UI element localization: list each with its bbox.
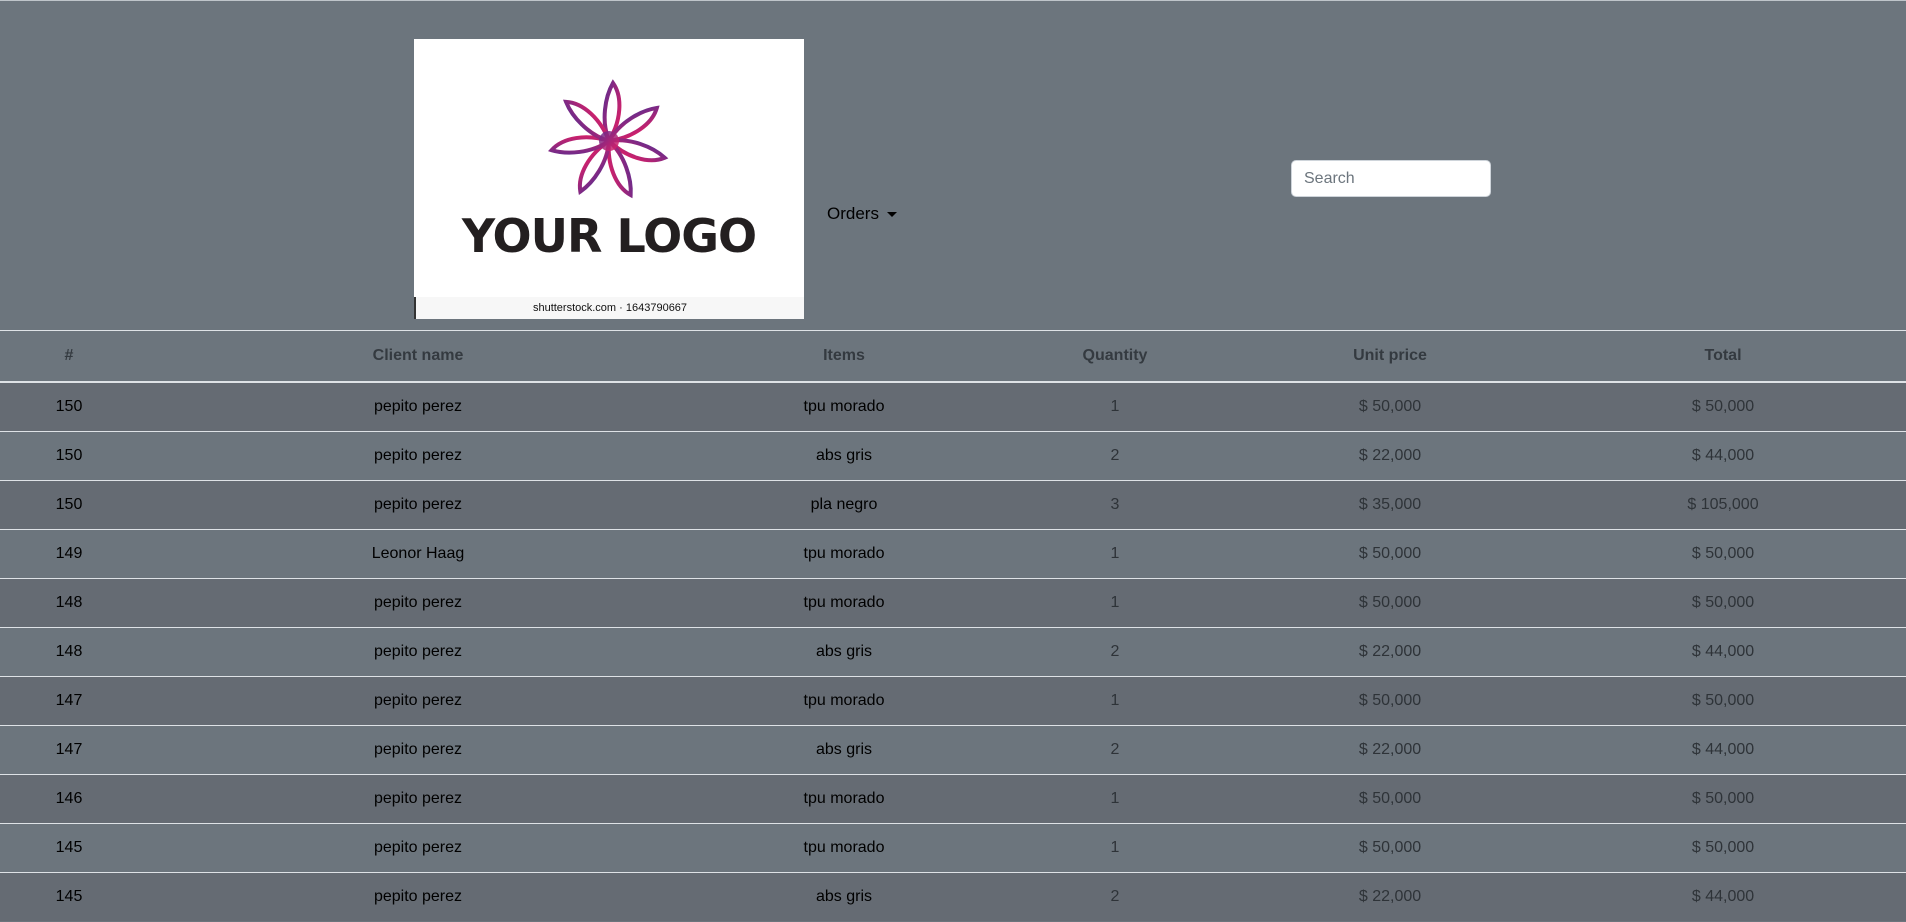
cell-unit-price: $ 50,000 (1240, 578, 1540, 628)
cell-total: $ 44,000 (1540, 872, 1906, 921)
cell-total: $ 50,000 (1540, 529, 1906, 579)
cell-quantity: 2 (990, 627, 1240, 677)
cell-total: $ 44,000 (1540, 725, 1906, 775)
cell-order-id: 150 (0, 431, 138, 481)
cell-client-name: pepito perez (138, 627, 698, 677)
table-row[interactable]: 147 pepito perez tpu morado 1 $ 50,000 $ 50,0… (0, 676, 1906, 726)
page: YOUR LOGO shutterstock.com · 1643790667 … (0, 0, 1906, 922)
cell-order-id: 148 (0, 627, 138, 677)
table-body: 150 pepito perez tpu morado 1 $ 50,000 $ 50,0… (0, 381, 1906, 921)
cell-quantity: 2 (990, 725, 1240, 775)
column-header-unit-price: Unit price (1240, 330, 1540, 383)
cell-order-id: 150 (0, 480, 138, 530)
cell-total: $ 44,000 (1540, 627, 1906, 677)
cell-quantity: 2 (990, 431, 1240, 481)
table-row[interactable]: 149 Leonor Haag tpu morado 1 $ 50,000 $ 50,00… (0, 529, 1906, 579)
cell-order-id: 147 (0, 676, 138, 726)
cell-unit-price: $ 50,000 (1240, 774, 1540, 824)
column-header-client-name: Client name (138, 330, 698, 383)
orders-table: # Client name Items Quantity Unit price … (0, 330, 1906, 921)
cell-client-name: pepito perez (138, 431, 698, 481)
cell-order-id: 145 (0, 823, 138, 873)
cell-unit-price: $ 22,000 (1240, 725, 1540, 775)
cell-total: $ 105,000 (1540, 480, 1906, 530)
orders-dropdown[interactable]: Orders (827, 204, 897, 224)
table-row[interactable]: 145 pepito perez abs gris 2 $ 22,000 $ 44,000 (0, 872, 1906, 921)
logo-credit: shutterstock.com · 1643790667 (414, 297, 804, 319)
cell-order-id: 145 (0, 872, 138, 921)
cell-item: tpu morado (698, 823, 990, 873)
cell-quantity: 1 (990, 774, 1240, 824)
cell-item: abs gris (698, 627, 990, 677)
navbar: YOUR LOGO shutterstock.com · 1643790667 … (0, 0, 1906, 330)
cell-quantity: 1 (990, 381, 1240, 432)
cell-total: $ 50,000 (1540, 676, 1906, 726)
cell-client-name: pepito perez (138, 823, 698, 873)
column-header-items: Items (698, 330, 990, 383)
cell-item: tpu morado (698, 774, 990, 824)
cell-client-name: pepito perez (138, 480, 698, 530)
cell-order-id: 148 (0, 578, 138, 628)
cell-total: $ 50,000 (1540, 578, 1906, 628)
cell-total: $ 50,000 (1540, 823, 1906, 873)
cell-item: abs gris (698, 872, 990, 921)
table-row[interactable]: 148 pepito perez tpu morado 1 $ 50,000 $ 50,0… (0, 578, 1906, 628)
table-header: # Client name Items Quantity Unit price … (0, 330, 1906, 383)
cell-unit-price: $ 22,000 (1240, 627, 1540, 677)
cell-unit-price: $ 22,000 (1240, 431, 1540, 481)
cell-item: tpu morado (698, 381, 990, 432)
cell-item: tpu morado (698, 578, 990, 628)
table-row[interactable]: 146 pepito perez tpu morado 1 $ 50,000 $ 50,0… (0, 774, 1906, 824)
cell-client-name: pepito perez (138, 578, 698, 628)
cell-quantity: 1 (990, 578, 1240, 628)
cell-client-name: pepito perez (138, 381, 698, 432)
cell-order-id: 147 (0, 725, 138, 775)
table-row[interactable]: 147 pepito perez abs gris 2 $ 22,000 $ 44,000 (0, 725, 1906, 775)
cell-unit-price: $ 50,000 (1240, 676, 1540, 726)
cell-order-id: 149 (0, 529, 138, 579)
column-header-quantity: Quantity (990, 330, 1240, 383)
cell-item: pla negro (698, 480, 990, 530)
cell-unit-price: $ 50,000 (1240, 823, 1540, 873)
cell-item: abs gris (698, 431, 990, 481)
cell-unit-price: $ 35,000 (1240, 480, 1540, 530)
cell-quantity: 1 (990, 823, 1240, 873)
cell-item: tpu morado (698, 676, 990, 726)
cell-order-id: 146 (0, 774, 138, 824)
cell-quantity: 3 (990, 480, 1240, 530)
cell-client-name: pepito perez (138, 676, 698, 726)
table-row[interactable]: 150 pepito perez abs gris 2 $ 22,000 $ 44,000 (0, 431, 1906, 481)
cell-client-name: pepito perez (138, 872, 698, 921)
table-row[interactable]: 145 pepito perez tpu morado 1 $ 50,000 $ 50,0… (0, 823, 1906, 873)
cell-total: $ 50,000 (1540, 774, 1906, 824)
orders-dropdown-label: Orders (827, 204, 879, 223)
cell-item: abs gris (698, 725, 990, 775)
chevron-down-icon (886, 211, 897, 217)
table-row[interactable]: 150 pepito perez tpu morado 1 $ 50,000 $ 50,0… (0, 381, 1906, 432)
logo[interactable]: YOUR LOGO shutterstock.com · 1643790667 (414, 39, 804, 319)
table-row[interactable]: 148 pepito perez abs gris 2 $ 22,000 $ 44,000 (0, 627, 1906, 677)
logo-text: YOUR LOGO (461, 209, 757, 263)
cell-client-name: pepito perez (138, 774, 698, 824)
cell-quantity: 2 (990, 872, 1240, 921)
column-header-total: Total (1540, 330, 1906, 383)
cell-unit-price: $ 50,000 (1240, 529, 1540, 579)
cell-total: $ 44,000 (1540, 431, 1906, 481)
table-row[interactable]: 150 pepito perez pla negro 3 $ 35,000 $ 105,0… (0, 480, 1906, 530)
cell-unit-price: $ 22,000 (1240, 872, 1540, 921)
search-input[interactable] (1291, 160, 1491, 197)
cell-quantity: 1 (990, 676, 1240, 726)
cell-client-name: pepito perez (138, 725, 698, 775)
flower-logo-icon (548, 79, 669, 200)
cell-client-name: Leonor Haag (138, 529, 698, 579)
cell-order-id: 150 (0, 381, 138, 432)
cell-total: $ 50,000 (1540, 381, 1906, 432)
column-header-id: # (0, 330, 138, 383)
cell-item: tpu morado (698, 529, 990, 579)
cell-quantity: 1 (990, 529, 1240, 579)
cell-unit-price: $ 50,000 (1240, 381, 1540, 432)
